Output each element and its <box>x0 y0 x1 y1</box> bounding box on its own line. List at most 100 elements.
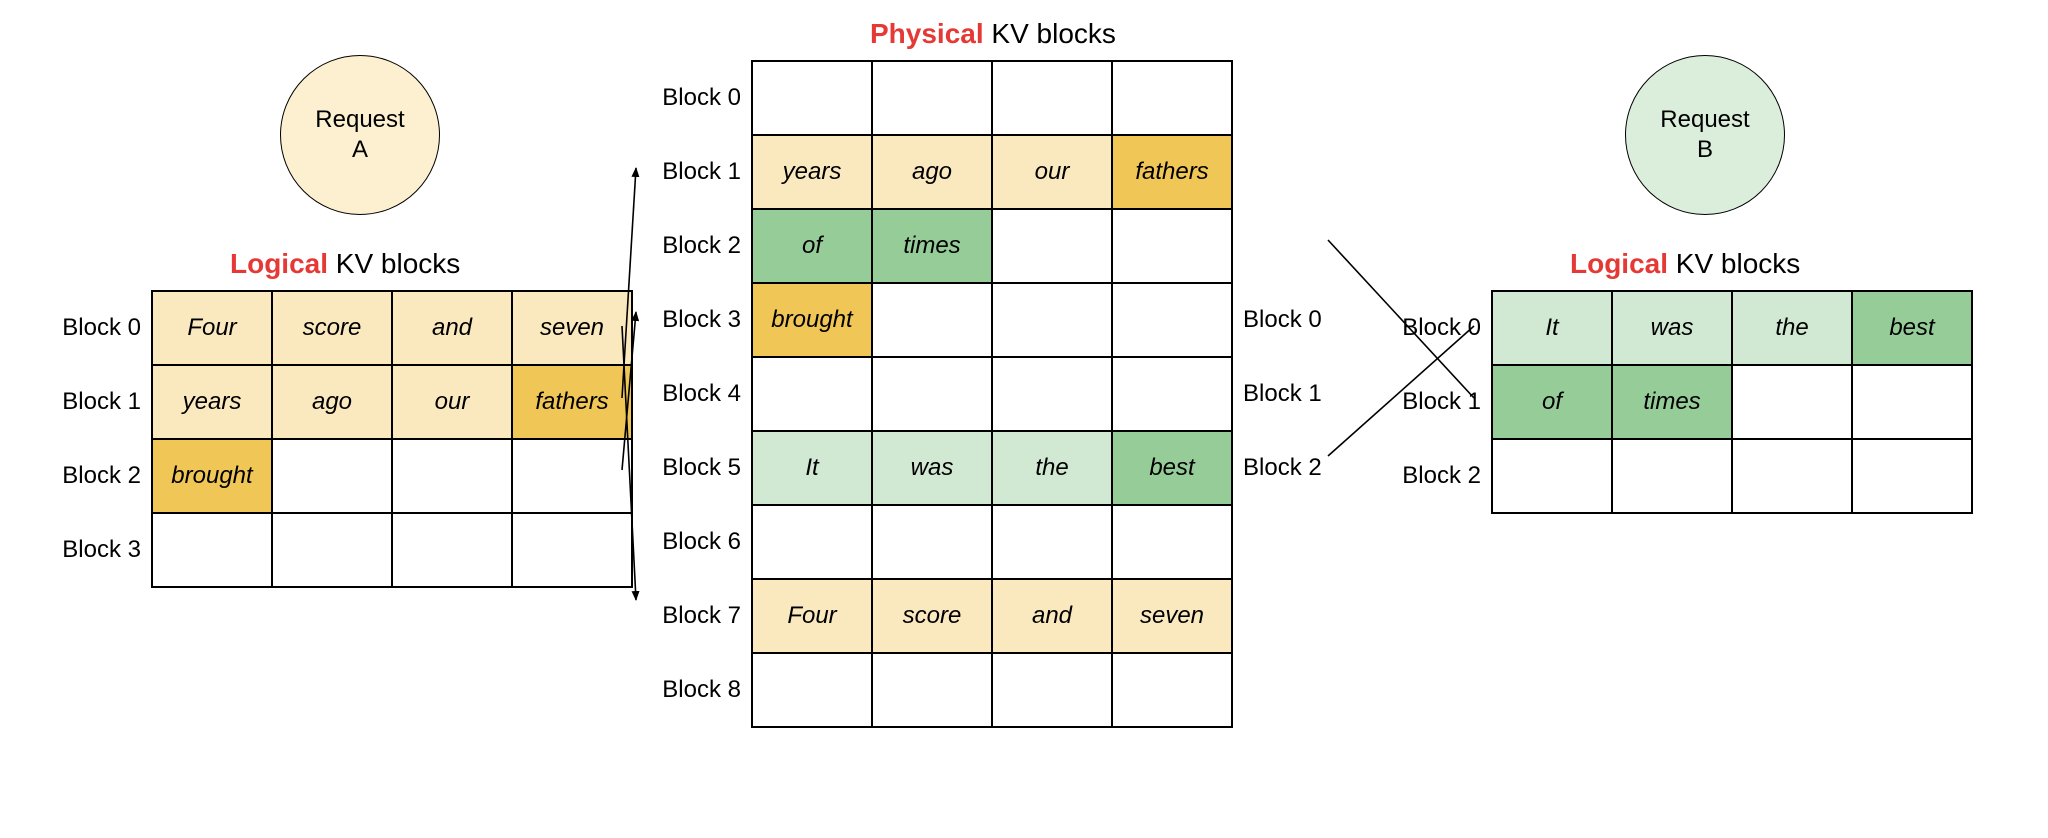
table-p-cell <box>1112 357 1232 431</box>
table-p-cell: times <box>872 209 992 283</box>
table-b-cell <box>1732 365 1852 439</box>
table-a-row-label: Block 2 <box>30 439 152 513</box>
table-p-row-label-left: Block 6 <box>630 505 752 579</box>
table-p-cell <box>1112 283 1232 357</box>
diagram-stage: Request A Request B Logical KV blocks Ph… <box>0 0 2048 838</box>
table-b-cell <box>1492 439 1612 513</box>
table-p-row-label-left: Block 2 <box>630 209 752 283</box>
table-p-cell: brought <box>752 283 872 357</box>
table-b-cell: times <box>1612 365 1732 439</box>
heading-right: Logical KV blocks <box>1570 248 1800 280</box>
table-physical: Block 0Block 1yearsagoourfathersBlock 2o… <box>630 60 1354 728</box>
heading-left-red: Logical <box>230 248 328 279</box>
table-p-cell <box>992 61 1112 135</box>
table-a-cell <box>512 513 632 587</box>
table-p-cell <box>1112 61 1232 135</box>
request-b-label-1: Request <box>1660 106 1749 133</box>
table-a-cell: score <box>272 291 392 365</box>
table-p-cell <box>752 653 872 727</box>
table-b-row-label: Block 0 <box>1370 291 1492 365</box>
table-p-cell: and <box>992 579 1112 653</box>
table-p-cell <box>992 209 1112 283</box>
table-b-cell: best <box>1852 291 1972 365</box>
table-a-cell: seven <box>512 291 632 365</box>
table-a-row-label: Block 3 <box>30 513 152 587</box>
table-a-cell <box>272 439 392 513</box>
table-p-row-label-left: Block 1 <box>630 135 752 209</box>
table-p-row-label-left: Block 7 <box>630 579 752 653</box>
table-p-row-label-left: Block 4 <box>630 357 752 431</box>
table-p-row-label-right <box>1232 505 1354 579</box>
table-a-cell <box>392 513 512 587</box>
table-b-row-label: Block 2 <box>1370 439 1492 513</box>
table-p-row-label-right <box>1232 61 1354 135</box>
table-p-cell: Four <box>752 579 872 653</box>
table-p-cell <box>992 653 1112 727</box>
heading-center-red: Physical <box>870 18 984 49</box>
table-p-row-label-left: Block 5 <box>630 431 752 505</box>
request-a-label-1: Request <box>315 106 404 133</box>
heading-center-rest: KV blocks <box>984 18 1116 49</box>
heading-center: Physical KV blocks <box>870 18 1116 50</box>
table-b-cell: It <box>1492 291 1612 365</box>
table-p-cell: score <box>872 579 992 653</box>
table-p-cell: the <box>992 431 1112 505</box>
table-a-cell: and <box>392 291 512 365</box>
request-a-circle: Request A <box>280 55 440 215</box>
table-p-row-label-right <box>1232 579 1354 653</box>
table-logical-a: Block 0Fourscoreandseven Block 1yearsagoo… <box>30 290 633 588</box>
table-p-row-label-left: Block 3 <box>630 283 752 357</box>
table-a-cell: ago <box>272 365 392 439</box>
table-p-cell: our <box>992 135 1112 209</box>
table-p-cell <box>992 505 1112 579</box>
table-p-cell: fathers <box>1112 135 1232 209</box>
table-a-cell: fathers <box>512 365 632 439</box>
table-b-cell: the <box>1732 291 1852 365</box>
request-a-label-2: A <box>352 136 368 163</box>
table-p-cell: best <box>1112 431 1232 505</box>
table-p-cell: years <box>752 135 872 209</box>
table-p-row-label-left: Block 0 <box>630 61 752 135</box>
table-p-cell <box>1112 209 1232 283</box>
table-b-row-label: Block 1 <box>1370 365 1492 439</box>
table-p-cell <box>872 61 992 135</box>
heading-left-rest: KV blocks <box>328 248 460 279</box>
table-p-cell <box>752 505 872 579</box>
table-a-cell <box>272 513 392 587</box>
table-p-cell <box>1112 653 1232 727</box>
table-a-cell <box>392 439 512 513</box>
table-b-cell: of <box>1492 365 1612 439</box>
table-b-cell: was <box>1612 291 1732 365</box>
table-p-cell <box>872 357 992 431</box>
table-p-cell <box>992 357 1112 431</box>
table-p-cell: was <box>872 431 992 505</box>
table-p-row-label-left: Block 8 <box>630 653 752 727</box>
table-a-cell <box>152 513 272 587</box>
table-p-row-label-right <box>1232 135 1354 209</box>
table-p-cell <box>872 653 992 727</box>
table-p-cell <box>752 61 872 135</box>
heading-right-red: Logical <box>1570 248 1668 279</box>
table-b-cell <box>1852 365 1972 439</box>
table-a-cell: Four <box>152 291 272 365</box>
table-a-cell: our <box>392 365 512 439</box>
table-p-cell <box>752 357 872 431</box>
table-a-row-label: Block 1 <box>30 365 152 439</box>
table-p-cell <box>872 505 992 579</box>
table-p-row-label-right <box>1232 653 1354 727</box>
table-a-cell <box>512 439 632 513</box>
table-p-cell <box>872 283 992 357</box>
table-a-row-label: Block 0 <box>30 291 152 365</box>
table-p-cell <box>992 283 1112 357</box>
table-b-cell <box>1852 439 1972 513</box>
table-p-row-label-right: Block 0 <box>1232 283 1354 357</box>
request-b-circle: Request B <box>1625 55 1785 215</box>
table-a-cell: years <box>152 365 272 439</box>
table-p-cell <box>1112 505 1232 579</box>
table-p-row-label-right: Block 2 <box>1232 431 1354 505</box>
table-a-cell: brought <box>152 439 272 513</box>
table-b-cell <box>1612 439 1732 513</box>
table-b-cell <box>1732 439 1852 513</box>
request-b-label-2: B <box>1697 136 1713 163</box>
table-p-row-label-right <box>1232 209 1354 283</box>
